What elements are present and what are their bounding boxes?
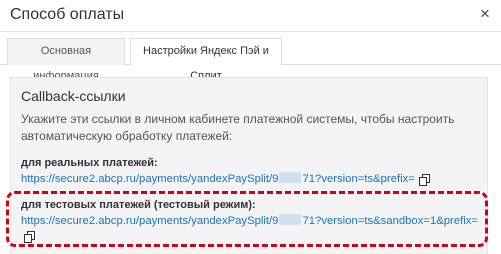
real-payments-url[interactable]: https://secure2.abcp.ru/payments/yandexP… [21, 172, 415, 185]
copy-icon[interactable] [419, 174, 431, 186]
test-payments-label: для тестовых платежей (тестовый режим): [21, 199, 256, 211]
section-title: Callback-ссылки [21, 88, 126, 104]
close-icon[interactable]: × [478, 5, 492, 23]
real-url-suffix: 71?version=ts&prefix= [302, 173, 415, 185]
real-url-prefix: https://secure2.abcp.ru/payments/yandexP… [21, 173, 279, 185]
tab-main-info[interactable]: Основная информация [7, 38, 125, 82]
tab-bar: Основная информация Настройки Яндекс Пэй… [0, 32, 501, 82]
dialog-title: Способ оплаты [10, 6, 125, 23]
callback-panel: Callback-ссылки Укажите эти ссылки в лич… [10, 77, 488, 254]
test-payments-url[interactable]: https://secure2.abcp.ru/payments/yandexP… [21, 214, 478, 227]
test-url-prefix: https://secure2.abcp.ru/payments/yandexP… [21, 215, 279, 227]
test-url-suffix: 71?version=ts&sandbox=1&prefix= [302, 215, 479, 227]
copy-icon[interactable] [24, 231, 36, 243]
tab-yandex-pay-settings[interactable]: Настройки Яндекс Пэй и Сплит [130, 38, 282, 82]
dialog-header: Способ оплаты × [0, 0, 501, 32]
redacted-segment [279, 214, 302, 225]
real-payments-label: для реальных платежей: [21, 157, 158, 169]
redacted-segment [279, 172, 302, 183]
section-description: Укажите эти ссылки в личном кабинете пла… [21, 112, 455, 143]
